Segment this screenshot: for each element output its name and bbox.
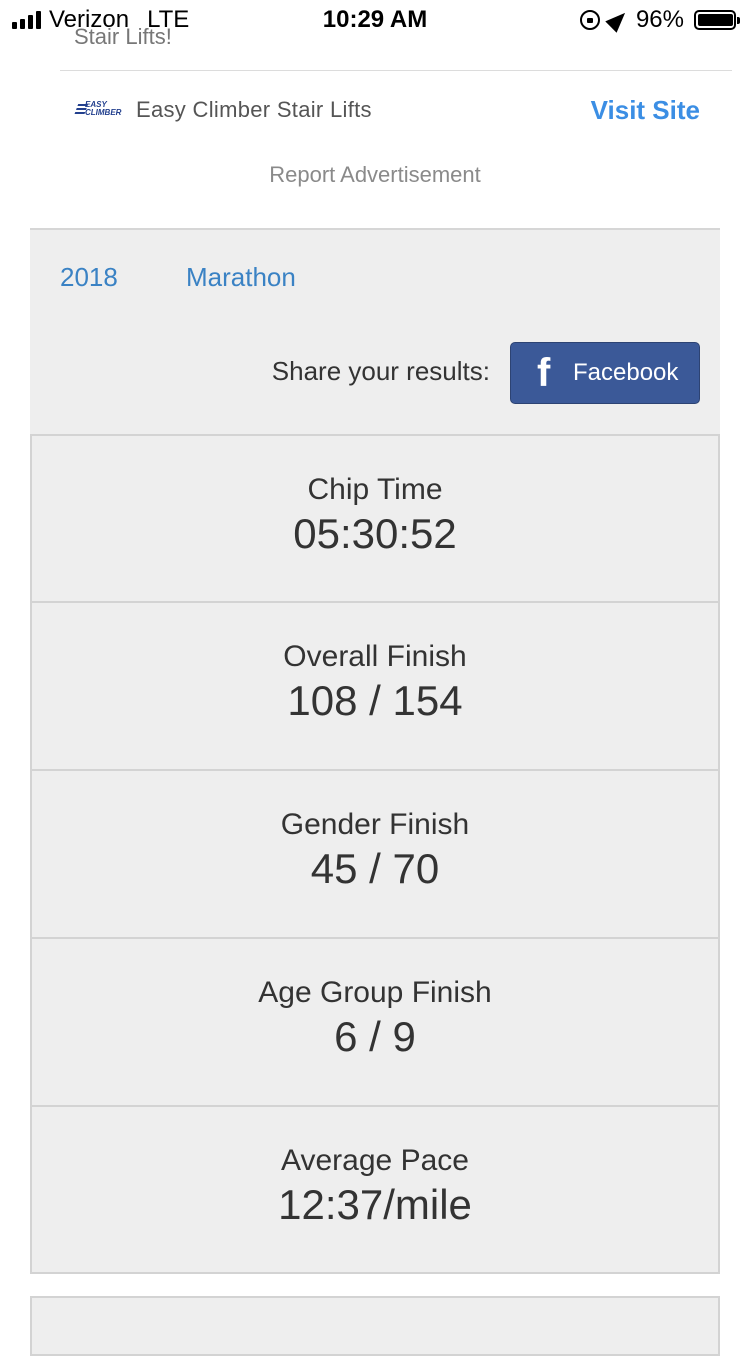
stat-label: Average Pace	[281, 1144, 469, 1177]
race-link[interactable]: Marathon	[186, 262, 296, 293]
battery-icon	[694, 10, 740, 30]
visit-site-link[interactable]: Visit Site	[591, 95, 700, 126]
result-stats: Chip Time 05:30:52 Overall Finish 108 / …	[30, 434, 720, 1274]
stat-value: 6 / 9	[334, 1013, 416, 1060]
stat-value: 45 / 70	[310, 845, 440, 892]
next-section-panel	[30, 1296, 720, 1356]
ad-headline-cut: Stair Lifts!	[74, 26, 172, 44]
status-right: 96%	[579, 6, 740, 34]
location-arrow-icon	[605, 7, 631, 33]
facebook-button-label: Facebook	[573, 359, 679, 386]
logo-text-climber: CLIMBER	[85, 108, 122, 117]
stat-age-group-finish: Age Group Finish 6 / 9	[30, 938, 720, 1106]
stat-overall-finish: Overall Finish 108 / 154	[30, 602, 720, 770]
ad-row[interactable]: EASY CLIMBER Easy Climber Stair Lifts Vi…	[73, 86, 700, 134]
stat-label: Chip Time	[307, 473, 443, 506]
ad-divider	[60, 70, 732, 71]
stat-label: Age Group Finish	[258, 976, 492, 1009]
stat-label: Overall Finish	[283, 640, 467, 673]
facebook-share-button[interactable]: f Facebook	[510, 342, 700, 404]
stat-chip-time: Chip Time 05:30:52	[30, 434, 720, 602]
result-header-panel: 2018 Marathon Share your results: f Face…	[30, 228, 720, 434]
stat-value: 108 / 154	[287, 677, 463, 724]
stat-average-pace: Average Pace 12:37/mile	[30, 1106, 720, 1274]
share-label: Share your results:	[271, 356, 490, 386]
stat-label: Gender Finish	[280, 808, 470, 841]
orientation-lock-icon	[579, 10, 600, 30]
battery-percent: 96%	[635, 6, 684, 33]
stat-value: 05:30:52	[293, 510, 457, 557]
easy-climber-logo: EASY CLIMBER	[73, 101, 122, 118]
facebook-icon: f	[537, 351, 551, 395]
report-advertisement-link[interactable]: Report Advertisement	[0, 162, 750, 188]
stat-value: 12:37/mile	[278, 1181, 472, 1228]
stat-gender-finish: Gender Finish 45 / 70	[30, 770, 720, 938]
advertiser-name: Easy Climber Stair Lifts	[136, 97, 372, 122]
year-link[interactable]: 2018	[60, 262, 118, 293]
signal-icon	[12, 11, 41, 29]
